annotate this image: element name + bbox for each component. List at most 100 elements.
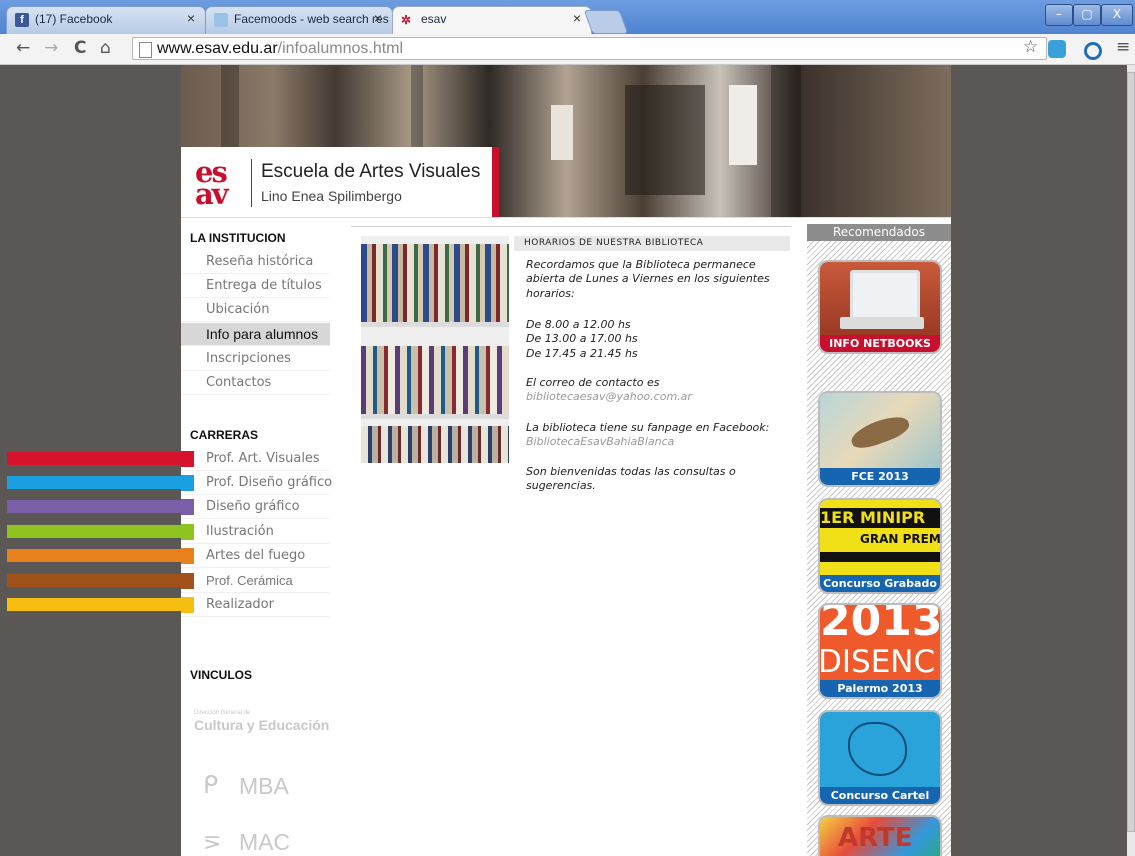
netbook-image <box>820 262 940 335</box>
esav-favicon-icon: ✲ <box>401 13 412 27</box>
minimize-button[interactable]: – <box>1045 4 1073 26</box>
promo-info-netbooks[interactable]: INFO NETBOOKS <box>818 260 942 354</box>
tab-facemoods[interactable]: Facemoods - web search res × <box>205 6 393 34</box>
nav-ilustracion[interactable]: Ilustración <box>181 521 330 544</box>
scrollbar-thumb[interactable] <box>1127 72 1135 832</box>
promo-arte[interactable]: ARTE <box>818 815 942 856</box>
promo-fce-2013[interactable]: FCE 2013 <box>818 391 942 487</box>
nav-inscripciones[interactable]: Inscripciones <box>181 348 330 371</box>
sync-extension-icon[interactable] <box>1084 42 1102 60</box>
promo-concurso-grabado[interactable]: 1ER MINIPR GRAN PREM Concurso Grabado <box>818 498 942 594</box>
promo-label: INFO NETBOOKS <box>820 335 940 352</box>
nav-label: Contactos <box>206 375 272 390</box>
url-path: /infoalumnos.html <box>277 40 404 57</box>
stripe-blue <box>7 476 183 489</box>
link-mac[interactable]: MAC <box>239 829 290 856</box>
bookmark-star-icon[interactable]: ☆ <box>1023 37 1038 57</box>
page-container: es av Escuela de Artes Visuales Lino Ene… <box>181 65 951 856</box>
career-color-tab <box>181 475 194 491</box>
article-intro-line: Recordamos que la Biblioteca permanece <box>526 258 756 271</box>
nav-artes-del-fuego[interactable]: Artes del fuego <box>181 545 330 568</box>
mac-logo-icon: ⋝ <box>203 829 222 854</box>
menu-icon[interactable]: ≡ <box>1116 37 1130 57</box>
palermo-poster-image: 2013 DISENC <box>820 605 940 680</box>
hours-line: De 13.00 a 17.00 hs <box>526 332 638 345</box>
nav-prof-ceramica[interactable]: Prof. Cerámica <box>181 570 330 593</box>
article-intro-line: abierta de Lunes a Viernes en los siguie… <box>526 272 770 285</box>
tab-esav[interactable]: ✲ esav × <box>392 6 592 34</box>
nav-label: Ilustración <box>206 524 274 539</box>
close-tab-icon[interactable]: × <box>187 10 195 26</box>
bird-illustration-image <box>820 393 940 468</box>
esav-logo[interactable]: es av <box>195 158 237 209</box>
nav-resena-historica[interactable]: Reseña histórica <box>181 251 330 274</box>
content-divider <box>351 226 791 227</box>
facebook-icon: f <box>15 13 29 27</box>
nav-label: Prof. Cerámica <box>206 573 293 588</box>
address-bar[interactable]: www.esav.edu.ar/infoalumnos.html <box>132 37 1047 60</box>
institucion-title: LA INSTITUCION <box>190 231 286 245</box>
fanpage-label: La biblioteca tiene su fanpage en Facebo… <box>526 421 770 434</box>
contact-label: El correo de contacto es <box>526 376 660 389</box>
stripe-yellow <box>7 598 183 611</box>
nav-ubicacion[interactable]: Ubicación <box>181 299 330 322</box>
link-mba[interactable]: MBA <box>239 773 289 800</box>
nav-label: Ubicación <box>206 302 270 317</box>
nav-prof-diseno-grafico[interactable]: Prof. Diseño gráfico <box>181 472 333 495</box>
new-tab-button[interactable] <box>583 10 629 34</box>
vinculo-cultura-small: Dirección General de <box>194 710 251 716</box>
tab-label: Facemoods - web search res <box>234 12 389 26</box>
url-domain: www.esav.edu.ar <box>157 40 278 57</box>
reload-icon[interactable]: C <box>74 38 86 58</box>
stripe-purple <box>7 500 183 513</box>
promo-label: Palermo 2013 <box>820 680 940 697</box>
close-tab-icon[interactable]: × <box>573 10 581 26</box>
nav-label: Artes del fuego <box>206 548 306 563</box>
hours-line: De 17.45 a 21.45 hs <box>526 347 638 360</box>
promo-palermo-2013[interactable]: 2013 DISENC Palermo 2013 <box>818 603 942 699</box>
nav-label: Reseña histórica <box>206 254 314 269</box>
back-arrow-icon[interactable]: ← <box>16 38 30 58</box>
nav-label: Prof. Art. Visuales <box>206 451 320 466</box>
arte-poster-image: ARTE <box>820 817 940 856</box>
stripe-red <box>7 452 183 465</box>
maximize-button[interactable]: ▢ <box>1073 4 1101 26</box>
close-window-button[interactable]: X <box>1101 4 1133 26</box>
recomendados-title: Recomendados <box>807 224 951 241</box>
tab-label: (17) Facebook <box>35 12 113 26</box>
career-color-tab <box>181 451 194 467</box>
link-cultura-educacion[interactable]: Cultura y Educación <box>194 717 329 733</box>
promo-concurso-cartel[interactable]: Concurso Cartel <box>818 710 942 806</box>
carreras-title: CARRERAS <box>190 428 259 442</box>
school-name: Escuela de Artes Visuales <box>261 161 481 182</box>
nav-realizador[interactable]: Realizador <box>181 594 330 617</box>
nav-label: Entrega de títulos <box>206 278 322 293</box>
career-color-tab <box>181 573 194 589</box>
nav-diseno-grafico[interactable]: Diseño gráfico <box>181 496 330 519</box>
page-viewport: es av Escuela de Artes Visuales Lino Ene… <box>0 65 1127 856</box>
poster-text: 2013 <box>820 605 940 646</box>
fanpage-link[interactable]: BibliotecaEsavBahiaBlanca <box>526 435 674 450</box>
forward-arrow-icon[interactable]: → <box>44 38 58 58</box>
skype-extension-icon[interactable] <box>1048 40 1066 58</box>
stripe-green <box>7 525 183 538</box>
nav-prof-art-visuales[interactable]: Prof. Art. Visuales <box>181 448 330 471</box>
vinculos-title: VINCULOS <box>190 668 253 682</box>
career-color-tab <box>181 524 194 540</box>
browser-toolbar: ← → C ⌂ www.esav.edu.ar/infoalumnos.html… <box>0 34 1135 65</box>
tab-facebook[interactable]: f (17) Facebook × <box>6 6 206 34</box>
contact-email-link[interactable]: bibliotecaesav@yahoo.com.ar <box>526 390 692 405</box>
home-icon[interactable]: ⌂ <box>100 38 111 58</box>
close-tab-icon[interactable]: × <box>374 10 382 26</box>
banner-flag <box>729 85 757 165</box>
closing-line: sugerencias. <box>526 479 596 492</box>
nav-label: Prof. Diseño gráfico <box>206 475 333 490</box>
nav-contactos[interactable]: Contactos <box>181 372 330 395</box>
nav-entrega-titulos[interactable]: Entrega de títulos <box>181 275 330 298</box>
nav-info-alumnos[interactable]: Info para alumnos <box>181 323 330 346</box>
grabado-poster-image: 1ER MINIPR GRAN PREM <box>820 500 940 575</box>
poster-text: ARTE <box>838 823 913 853</box>
page-icon <box>139 42 152 58</box>
promo-label: Concurso Grabado <box>820 575 940 592</box>
poster-text: GRAN PREM <box>860 532 941 546</box>
